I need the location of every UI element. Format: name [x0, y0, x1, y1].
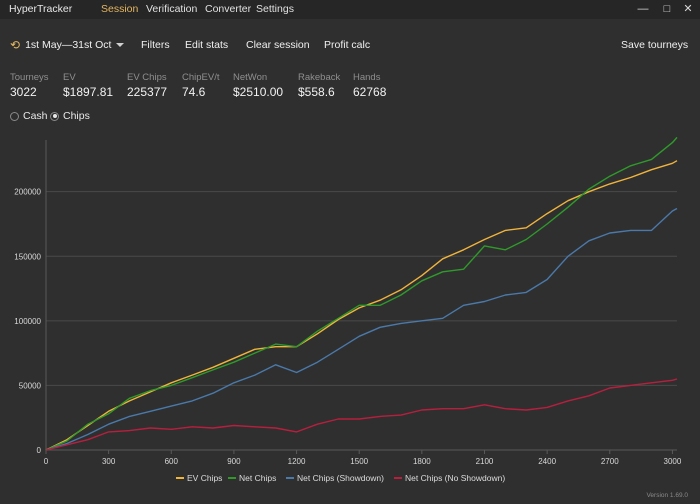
x-tick-label: 2400 [538, 457, 556, 466]
stat-value: 225377 [127, 85, 168, 99]
legend-label: Net Chips (Showdown) [297, 473, 384, 483]
date-range-dropdown[interactable]: ⟲ 1st May—31st Oct [10, 37, 125, 53]
stat-value: 62768 [353, 85, 387, 99]
series-line-1 [45, 136, 678, 451]
y-tick-label: 200000 [14, 188, 41, 197]
x-tick-label: 3000 [664, 457, 682, 466]
x-tick-label: 0 [44, 457, 49, 466]
stat-label: Tourneys [10, 72, 49, 83]
radio-indicator [10, 111, 19, 121]
y-tick-label: 100000 [14, 317, 41, 326]
tab-converter[interactable]: Converter [205, 3, 251, 15]
x-tick-label: 300 [102, 457, 116, 466]
legend-label: Net Chips [239, 473, 276, 483]
y-tick-label: 50000 [19, 381, 42, 390]
close-button[interactable]: ✕ [681, 2, 695, 16]
stat-label: Rakeback [298, 72, 341, 83]
stat-label: Hands [353, 72, 381, 83]
x-tick-label: 1800 [413, 457, 431, 466]
stat-label: ChipEV/t [182, 72, 220, 83]
x-tick-label: 2700 [601, 457, 619, 466]
x-tick-label: 900 [227, 457, 241, 466]
y-tick-label: 150000 [14, 252, 41, 261]
app-title: HyperTracker [9, 3, 73, 15]
version-label: Version 1.69.0 [646, 492, 688, 499]
x-tick-label: 1500 [350, 457, 368, 466]
legend-label: EV Chips [187, 473, 222, 483]
stat-rakeback: Rakeback $558.6 [298, 72, 340, 99]
radio-chips[interactable]: Chips [50, 110, 90, 122]
stat-label: EV [63, 72, 76, 83]
title-bar: HyperTracker Session Verification Conver… [0, 0, 700, 19]
stat-value: 3022 [10, 85, 37, 99]
stat-value: $1897.81 [63, 85, 114, 99]
x-tick-label: 2100 [476, 457, 494, 466]
minimize-button[interactable]: — [636, 2, 650, 16]
edit-stats-button[interactable]: Edit stats [185, 39, 228, 51]
chevron-down-icon [116, 43, 125, 47]
radio-indicator [50, 111, 59, 121]
radio-cash-label: Cash [23, 110, 48, 122]
stat-hands: Hands 62768 [353, 72, 386, 99]
x-tick-label: 600 [165, 457, 179, 466]
refresh-icon: ⟲ [10, 38, 21, 52]
profit-chart: 0 50000 100000 150000 200000 0 300 600 900 1200 15… [14, 136, 682, 483]
maximize-button[interactable]: □ [660, 2, 674, 16]
stat-label: EV Chips [127, 72, 167, 83]
radio-cash[interactable]: Cash [10, 110, 48, 122]
profit-calc-button[interactable]: Profit calc [324, 39, 370, 51]
tab-settings[interactable]: Settings [256, 3, 294, 15]
x-tick-label: 1200 [288, 457, 306, 466]
stat-ev: EV $1897.81 [63, 72, 113, 99]
series-line-2 [45, 207, 678, 451]
save-tourneys-button[interactable]: Save tourneys [621, 39, 688, 51]
series-line-3 [45, 378, 678, 451]
stat-value: 74.6 [182, 85, 206, 99]
stat-ev-chips: EV Chips 225377 [127, 72, 167, 99]
legend-label: Net Chips (No Showdown) [405, 473, 505, 483]
stat-tourneys: Tourneys 3022 [10, 72, 49, 99]
stat-chipev-per-tourney: ChipEV/t 74.6 [182, 72, 220, 99]
stat-netwon: NetWon $2510.00 [233, 72, 283, 99]
filters-button[interactable]: Filters [141, 39, 170, 51]
y-tick-label: 0 [37, 446, 42, 455]
tab-session[interactable]: Session [101, 3, 138, 15]
date-range-label: 1st May—31st Oct [25, 39, 112, 51]
stat-value: $558.6 [298, 85, 335, 99]
stat-value: $2510.00 [233, 85, 284, 99]
clear-session-button[interactable]: Clear session [246, 39, 310, 51]
tab-verification[interactable]: Verification [146, 3, 197, 15]
stat-label: NetWon [233, 72, 268, 83]
radio-chips-label: Chips [63, 110, 90, 122]
